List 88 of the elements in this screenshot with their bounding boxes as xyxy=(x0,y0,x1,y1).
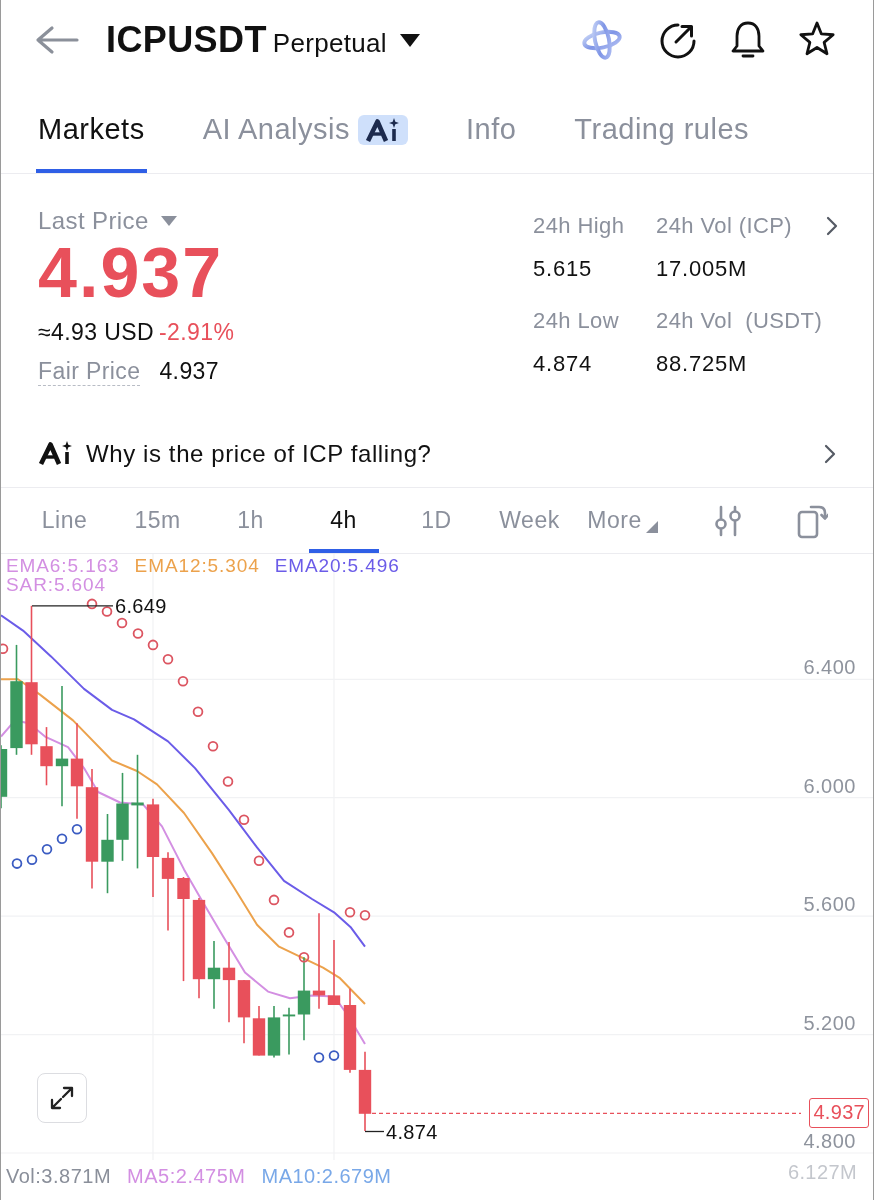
orbit-icon[interactable] xyxy=(581,19,623,61)
sar-point xyxy=(86,598,98,610)
sar-point xyxy=(101,606,113,617)
high-price-label: 6.649 xyxy=(115,595,167,616)
sar-point xyxy=(238,814,250,825)
candlestick xyxy=(237,979,251,1044)
chevron-right-icon[interactable] xyxy=(824,443,836,464)
sar-point xyxy=(359,909,371,921)
price-axis-label: 6.000 xyxy=(803,774,856,797)
candlestick xyxy=(252,1005,266,1057)
sar-point xyxy=(116,617,128,629)
sar-point xyxy=(26,854,38,866)
stat-value: 5.615 xyxy=(533,255,593,283)
volume-legend-label: Vol:3.871M xyxy=(6,1166,112,1186)
sar-point xyxy=(283,927,295,938)
sar-point xyxy=(344,907,356,918)
symbol-title: ICPUSDT xyxy=(106,19,267,61)
candlestick xyxy=(1,744,8,809)
sar-point xyxy=(1,643,9,655)
price-axis-label: 5.600 xyxy=(803,893,856,916)
chevron-right-icon[interactable] xyxy=(826,216,838,236)
sar-point xyxy=(253,855,265,867)
sar-point xyxy=(11,858,23,869)
usd-value: ≈4.93 USD xyxy=(38,318,154,347)
share-icon[interactable] xyxy=(659,21,697,59)
sar-point xyxy=(298,951,310,963)
sar-point xyxy=(177,675,189,687)
sar-point xyxy=(207,740,219,752)
price-axis-label: 5.200 xyxy=(803,1011,856,1034)
sar-point xyxy=(147,639,159,651)
stat-label: 24h Vol (USDT) xyxy=(656,307,823,335)
stat-label: 24h High xyxy=(533,212,625,240)
price-change: -2.91% xyxy=(158,318,235,347)
interval-tab[interactable]: 1h xyxy=(215,488,286,553)
stat-label: 24h Vol (ICP) xyxy=(656,212,793,240)
caret-icon xyxy=(160,215,177,227)
price-type-dropdown[interactable]: Last Price xyxy=(38,204,177,238)
ai-question-link[interactable]: Why is the price of ICP falling? xyxy=(86,439,432,468)
ai-sparkle-icon xyxy=(38,440,73,467)
sar-point xyxy=(132,628,144,639)
sliders-icon[interactable] xyxy=(715,504,741,537)
sar-point xyxy=(222,776,234,787)
sar-point xyxy=(268,894,280,906)
sar-point xyxy=(328,1050,340,1061)
indicator-label: EMA20:5.496 xyxy=(274,556,400,575)
price-axis-label: 4.800 xyxy=(803,1130,856,1152)
interval-tab[interactable]: Line xyxy=(29,488,100,553)
back-arrow-icon[interactable] xyxy=(35,25,79,55)
current-price-tag: 4.937 xyxy=(809,1098,869,1129)
candlestick xyxy=(40,726,53,787)
indicator-label: SAR:5.604 xyxy=(6,575,106,594)
bell-icon[interactable] xyxy=(730,20,766,60)
sar-point xyxy=(71,824,83,835)
sar-point xyxy=(313,1052,325,1063)
interval-tab[interactable]: More xyxy=(587,488,658,553)
tab[interactable]: Trading rules xyxy=(572,80,752,173)
interval-tab[interactable]: 1D xyxy=(401,488,472,553)
indicator-label: EMA12:5.304 xyxy=(134,556,260,575)
volume-axis-label: 6.127M xyxy=(787,1162,857,1182)
candlestick xyxy=(267,1005,281,1059)
interval-tab[interactable]: Week xyxy=(494,488,565,553)
ai-sparkle-icon xyxy=(358,114,408,145)
contract-type-label: Perpetual xyxy=(272,28,387,59)
fair-price-value: 4.937 xyxy=(159,357,219,386)
tab[interactable]: Info xyxy=(464,80,519,173)
low-price-label: 4.874 xyxy=(386,1121,438,1142)
price-axis-label: 6.400 xyxy=(803,656,856,679)
stat-value: 17.005M xyxy=(656,255,748,283)
interval-tab[interactable]: 15m xyxy=(122,488,193,553)
interval-tab[interactable]: 4h xyxy=(308,488,379,553)
low-leader-line xyxy=(364,1130,385,1133)
stat-value: 88.725M xyxy=(656,350,748,378)
fair-price-label[interactable]: Fair Price xyxy=(38,358,141,386)
sar-point xyxy=(56,833,68,845)
sar-point xyxy=(192,706,204,718)
expand-button[interactable] xyxy=(37,1073,87,1123)
tab[interactable]: AI Analysis xyxy=(200,80,410,173)
sar-point xyxy=(41,844,53,855)
volume-legend-label: MA10:2.679M xyxy=(261,1166,392,1186)
stat-label: 24h Low xyxy=(533,307,619,335)
expand-arrows-icon xyxy=(49,1085,75,1111)
volume-legend-label: MA5:2.475M xyxy=(127,1166,246,1186)
stat-value: 4.874 xyxy=(533,350,593,378)
caret-icon[interactable] xyxy=(399,34,420,48)
tab[interactable]: Markets xyxy=(36,80,147,173)
indicator-label: EMA6:5.163 xyxy=(6,556,120,575)
sar-point xyxy=(162,654,174,665)
last-price: 4.937 xyxy=(38,238,224,308)
